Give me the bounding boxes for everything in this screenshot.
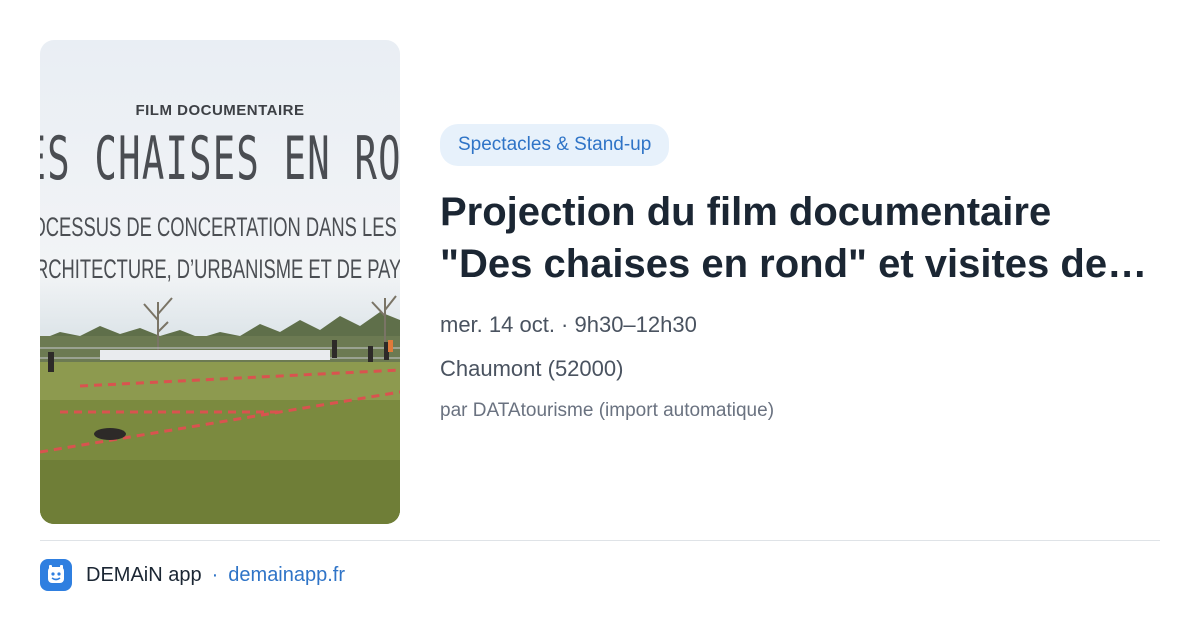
demain-app-icon [40,559,72,591]
poster-subtitle-line2: D'ARCHITECTURE, D’URBANISME ET DE PAYSAG… [40,254,400,284]
app-name: DEMAiN app [86,563,202,586]
poster-subtitle-line1: PROCESSUS DE CONCERTATION DANS LES PROJE… [40,212,400,242]
event-poster-image: FILM DOCUMENTAIRE DES CHAISES EN ROND PR… [40,40,400,524]
event-date: mer. 14 oct. · 9h30–12h30 [440,312,697,337]
event-details: Spectacles & Stand-up Projection du film… [440,124,1160,422]
category-badge[interactable]: Spectacles & Stand-up [440,124,670,166]
event-card[interactable]: FILM DOCUMENTAIRE DES CHAISES EN ROND PR… [0,0,1200,630]
event-title[interactable]: Projection du film documentaire "Des cha… [440,186,1160,290]
event-source: par DATAtourisme (import automatique) [440,400,775,421]
poster-kicker: FILM DOCUMENTAIRE [135,102,305,119]
event-title-line2: "Des chaises en rond" et visites de… [440,242,1148,286]
poster-title: DES CHAISES EN ROND [40,124,400,194]
footer: DEMAiN app · demainapp.fr [40,558,345,592]
event-location: Chaumont (52000) [440,356,624,381]
event-title-line1: Projection du film documentaire [440,190,1052,234]
app-website-link[interactable]: demainapp.fr [228,564,345,587]
footer-separator: · [211,563,219,586]
footer-divider [40,540,1160,541]
